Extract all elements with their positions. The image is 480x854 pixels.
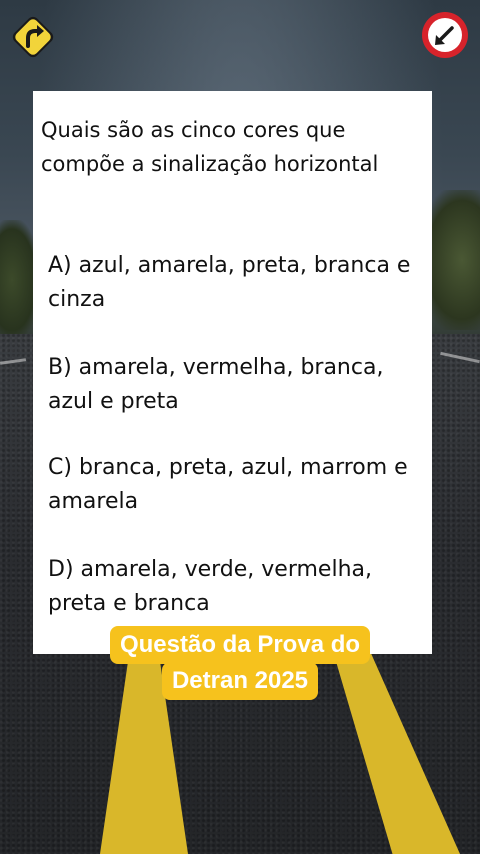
question-text: Quais são as cinco cores que compõe a si… (41, 118, 379, 176)
question-card: Quais são as cinco cores que compõe a si… (33, 91, 432, 654)
caption-line-2: Detran 2025 (161, 662, 319, 700)
caption-banner: Questão da Prova do Detran 2025 (0, 626, 480, 700)
road-curve-sign-icon (10, 14, 56, 60)
caption-line-1: Questão da Prova do (109, 626, 371, 664)
option-d[interactable]: D) amarela, verde, vermelha, preta e bra… (48, 553, 423, 621)
direction-arrow-sign-icon (420, 10, 470, 60)
option-c[interactable]: C) branca, preta, azul, marrom e amarela (48, 451, 423, 519)
option-b[interactable]: B) amarela, vermelha, branca, azul e pre… (48, 351, 423, 419)
option-a[interactable]: A) azul, amarela, preta, branca e cinza (48, 249, 423, 317)
